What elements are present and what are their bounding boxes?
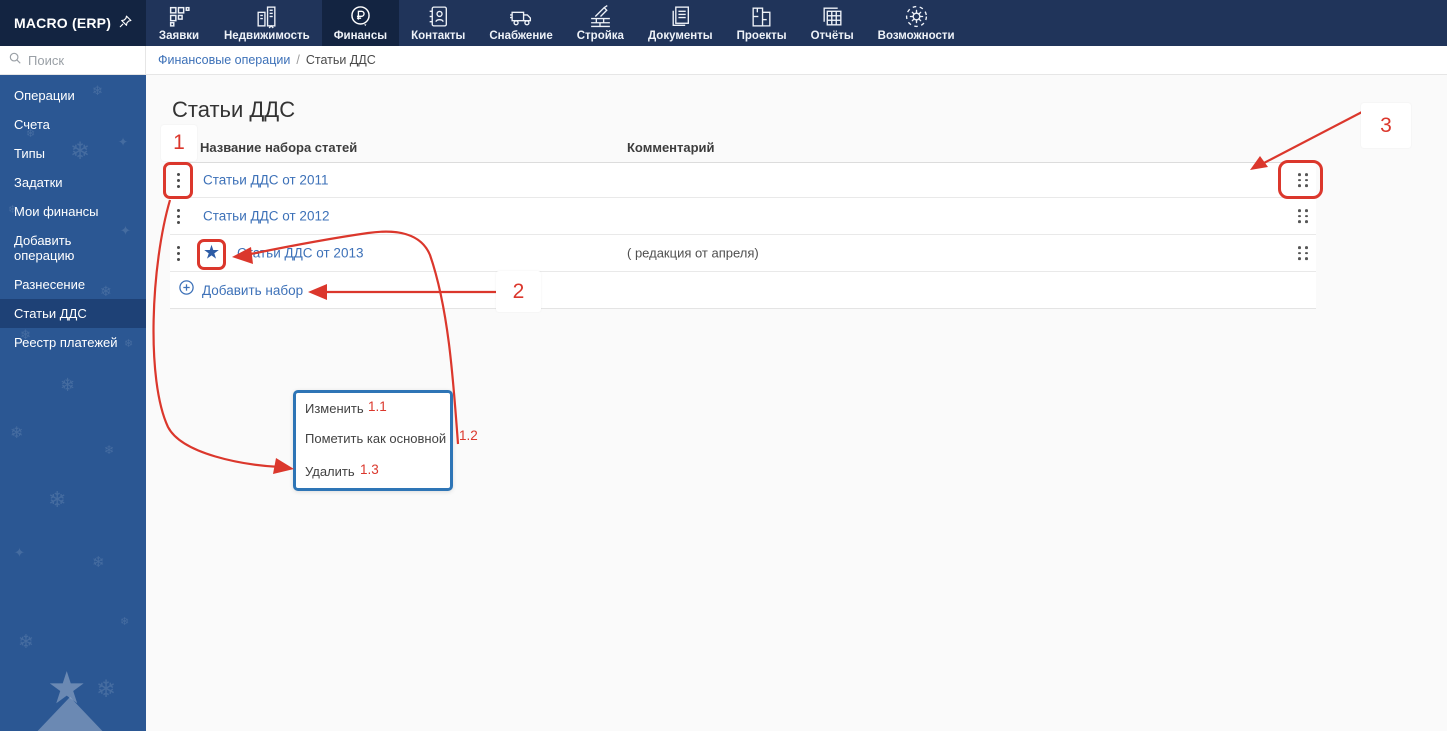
top-bar: MACRO (ERP) Заявки Недвижимость Финансы … (0, 0, 1447, 46)
nav-item-proekty[interactable]: Проекты (725, 0, 799, 46)
nav-item-snabzhenie[interactable]: Снабжение (477, 0, 564, 46)
add-set-label: Добавить набор (202, 282, 304, 298)
column-header-comment: Комментарий (627, 140, 715, 155)
documents-icon (668, 4, 693, 29)
set-name-link[interactable]: Статьи ДДС от 2012 (203, 209, 329, 224)
app-logo: MACRO (ERP) (0, 0, 146, 46)
drag-handle-icon[interactable] (1294, 169, 1312, 191)
plus-circle-icon (178, 279, 195, 301)
sidebar-menu: Операции Счета Типы Задатки Мои финансы … (0, 75, 146, 357)
set-name-link[interactable]: Статьи ДДС от 2013 (237, 246, 363, 261)
table-header-row: Название набора статей Комментарий (170, 135, 1316, 163)
star-icon[interactable] (203, 244, 220, 263)
nav-label: Финансы (333, 29, 388, 42)
breadcrumb-current: Статьи ДДС (305, 53, 376, 67)
sidebar: Операции Счета Типы Задатки Мои финансы … (0, 75, 146, 731)
sidebar-item-reestr-platezhey[interactable]: Реестр платежей (0, 328, 146, 357)
search-icon (8, 51, 22, 70)
nav-item-vozmozhnosti[interactable]: Возможности (866, 0, 967, 46)
nav-label: Контакты (411, 29, 466, 42)
breadcrumb-parent-link[interactable]: Финансовые операции (158, 53, 290, 67)
kebab-menu-icon[interactable] (172, 163, 184, 197)
sidebar-item-dobavit-operaciyu[interactable]: Добавить операцию (0, 226, 110, 270)
add-set-button[interactable]: Добавить набор (170, 272, 1316, 309)
snowflake-icon (10, 423, 23, 443)
search-input[interactable] (28, 52, 128, 68)
sidebar-item-tipy[interactable]: Типы (0, 139, 146, 168)
christmas-tree-icon (30, 697, 110, 731)
sparkle-icon (14, 545, 25, 561)
nav-label: Заявки (158, 29, 200, 42)
report-sheets-icon (820, 4, 845, 29)
sidebar-item-scheta[interactable]: Счета (0, 110, 146, 139)
drag-handle-icon[interactable] (1294, 205, 1312, 227)
nav-item-otchety[interactable]: Отчёты (799, 0, 866, 46)
snowflake-icon (60, 375, 75, 396)
nav-item-zayavki[interactable]: Заявки (146, 0, 212, 46)
kebab-menu-icon[interactable] (172, 235, 184, 271)
nav-item-kontakty[interactable]: Контакты (399, 0, 477, 46)
table-row: Статьи ДДС от 2012 (170, 198, 1316, 235)
context-menu-item-mark-primary[interactable]: Пометить как основной (305, 431, 446, 446)
sidebar-item-operacii[interactable]: Операции (0, 81, 146, 110)
nav-label: Проекты (736, 29, 787, 42)
sets-table: Название набора статей Комментарий Стать… (170, 135, 1316, 309)
contacts-book-icon (426, 4, 451, 29)
buildings-icon (254, 4, 279, 29)
ruble-circle-icon (348, 4, 373, 29)
main-content: Статьи ДДС Название набора статей Коммен… (146, 75, 1447, 731)
set-comment: ( редакция от апреля) (627, 245, 759, 261)
sidebar-item-raznesenie[interactable]: Разнесение (0, 270, 146, 299)
table-row: Статьи ДДС от 2013 ( редакция от апреля) (170, 235, 1316, 272)
nav-label: Документы (647, 29, 713, 42)
blueprint-icon (749, 4, 774, 29)
snowflake-icon (18, 631, 34, 654)
pin-icon[interactable] (117, 13, 134, 33)
column-header-name: Название набора статей (200, 140, 358, 155)
apps-grid-icon (167, 4, 192, 29)
snowflake-icon (92, 553, 105, 571)
nav-label: Возможности (877, 29, 955, 42)
snowflake-icon (104, 443, 114, 457)
context-menu-item-delete[interactable]: Удалить (305, 464, 355, 479)
annotation-label-1-2: 1.2 (459, 428, 478, 443)
search-box (0, 46, 146, 75)
sidebar-item-zadatki[interactable]: Задатки (0, 168, 146, 197)
breadcrumb: Финансовые операции / Статьи ДДС (146, 46, 1447, 75)
gear-dashed-icon (904, 4, 929, 29)
annotation-label-3: 3 (1361, 103, 1411, 148)
table-row: Статьи ДДС от 2011 (170, 163, 1316, 198)
nav-label: Стройка (576, 29, 624, 42)
context-menu: Изменить Пометить как основной Удалить (293, 390, 453, 491)
nav-label: Отчёты (810, 29, 854, 42)
context-menu-item-edit[interactable]: Изменить (305, 401, 364, 416)
snowflake-icon (120, 615, 129, 628)
sidebar-item-stati-dds[interactable]: Статьи ДДС (0, 299, 146, 328)
snowflake-icon (48, 487, 66, 513)
main-nav: Заявки Недвижимость Финансы Контакты Сна… (146, 0, 967, 46)
page-title: Статьи ДДС (172, 97, 296, 122)
breadcrumb-separator: / (296, 53, 300, 67)
trowel-bricks-icon (588, 4, 613, 29)
sidebar-item-moi-finansy[interactable]: Мои финансы (0, 197, 146, 226)
drag-handle-icon[interactable] (1294, 242, 1312, 264)
sub-bar: Финансовые операции / Статьи ДДС (0, 46, 1447, 75)
nav-item-finansy[interactable]: Финансы (321, 0, 400, 46)
nav-item-stroyka[interactable]: Стройка (565, 0, 636, 46)
nav-label: Недвижимость (224, 29, 310, 42)
nav-label: Снабжение (489, 29, 553, 42)
nav-item-dokumenty[interactable]: Документы (636, 0, 725, 46)
nav-item-nedvizhimost[interactable]: Недвижимость (212, 0, 322, 46)
app-logo-text: MACRO (ERP) (14, 15, 112, 31)
set-name-link[interactable]: Статьи ДДС от 2011 (203, 173, 328, 188)
kebab-menu-icon[interactable] (172, 198, 184, 234)
truck-icon (509, 4, 534, 29)
